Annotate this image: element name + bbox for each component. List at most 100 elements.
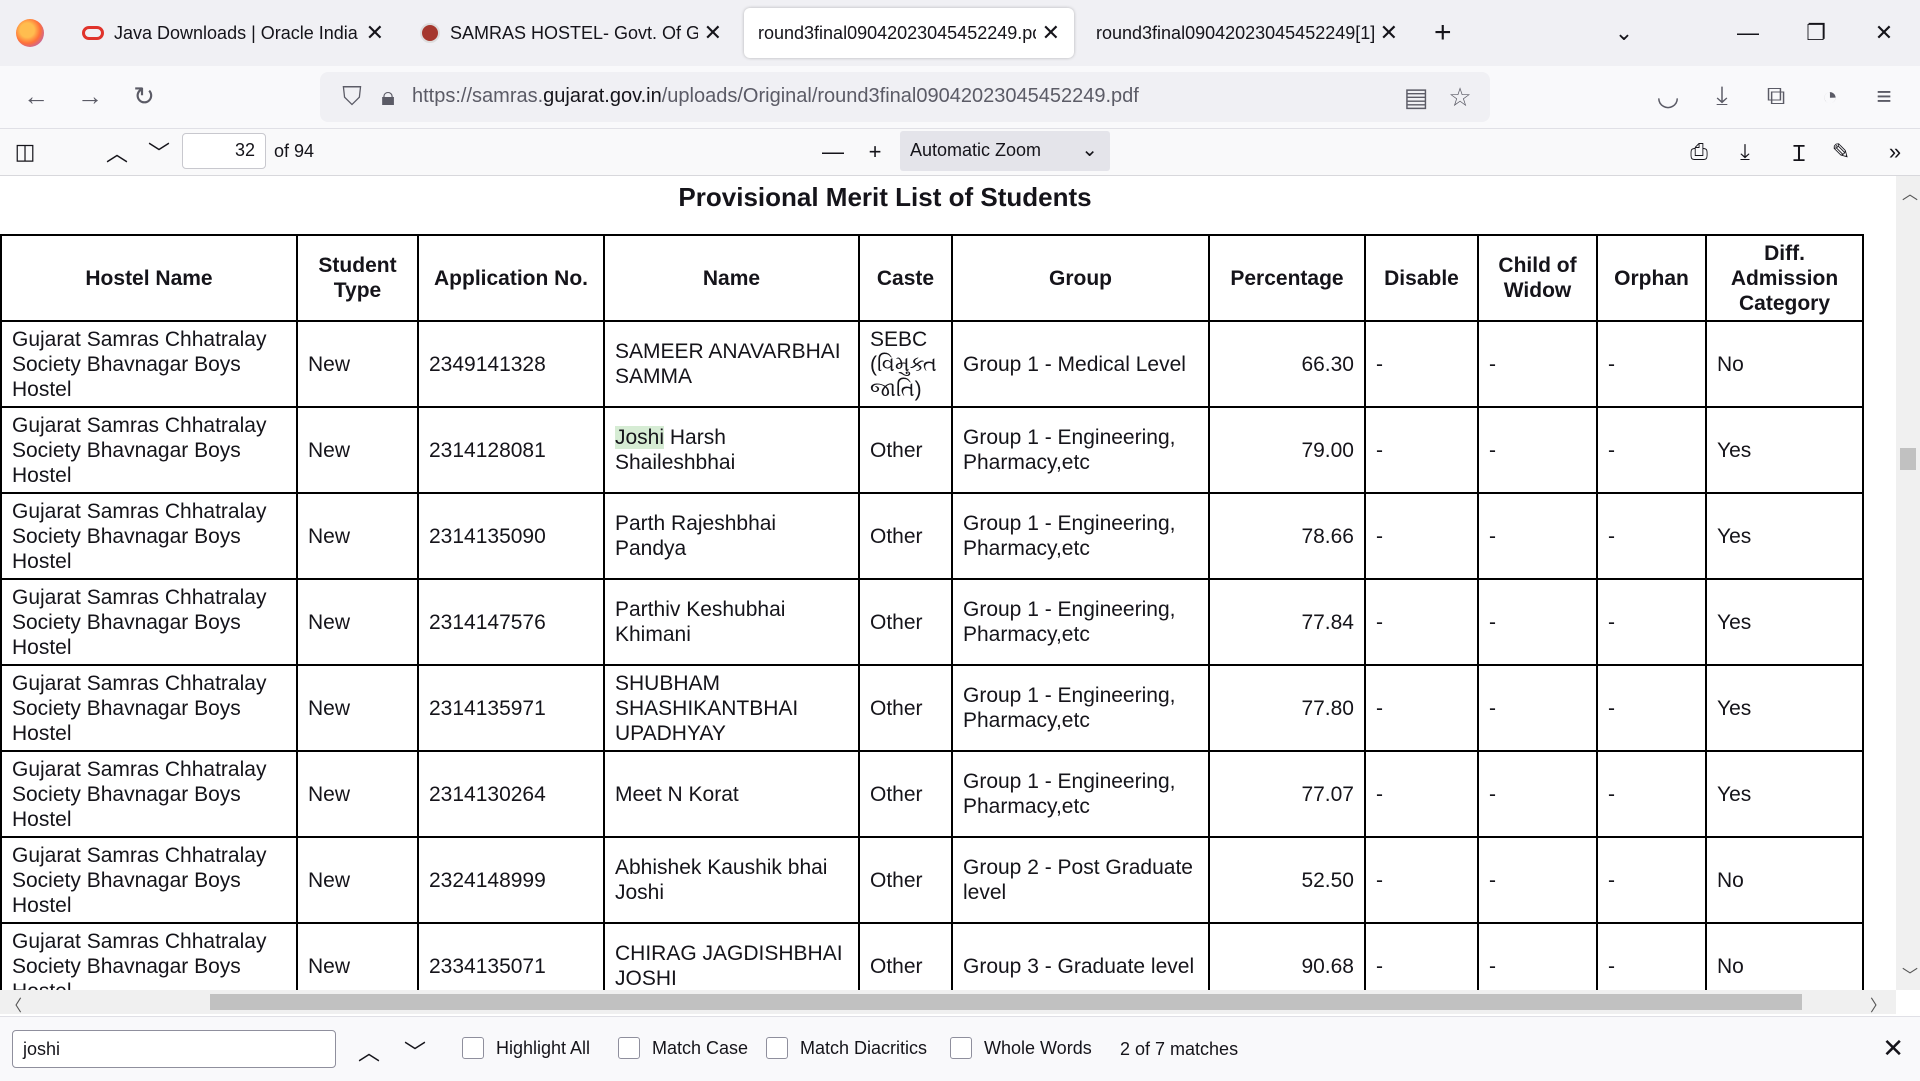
close-find-bar-icon[interactable]: ✕ (1882, 1033, 1904, 1064)
save-icon[interactable]: ⤓ (1728, 135, 1762, 169)
student-type-cell: New (296, 320, 419, 408)
match-count: 2 of 7 matches (1120, 1039, 1239, 1059)
application-no-cell: 2314135971 (417, 664, 605, 752)
tracking-protection-shield-icon[interactable]: ⛉ (332, 77, 372, 117)
percentage-cell: 77.80 (1208, 664, 1366, 752)
forward-icon[interactable]: → (70, 76, 110, 116)
oracle-favicon-icon (82, 26, 104, 40)
reload-icon[interactable]: ↻ (124, 76, 164, 116)
whole-words-label: Whole Words (984, 1037, 1092, 1058)
disable-cell: - (1364, 578, 1479, 666)
zoom-in-icon[interactable]: + (858, 135, 892, 169)
page-total: of 94 (274, 141, 315, 161)
downloads-icon[interactable]: ⤓ (1702, 76, 1742, 116)
vertical-scroll-thumb[interactable] (1900, 448, 1916, 470)
find-bar: joshi ︿ ﹀ Highlight All Match Case Match… (0, 1016, 1920, 1081)
student-type-cell: New (296, 836, 419, 924)
match-case-checkbox[interactable]: Match Case (618, 1037, 748, 1059)
zoom-out-icon[interactable]: — (816, 135, 850, 169)
child-of-widow-cell: - (1477, 922, 1598, 990)
horizontal-scroll-thumb[interactable] (210, 994, 1802, 1010)
horizontal-scrollbar[interactable]: 〈 〉 (0, 990, 1896, 1016)
tab-round3-pdf-copy[interactable]: round3final09042023045452249[1].pdf ✕ (1082, 8, 1412, 58)
minimize-icon[interactable]: — (1718, 0, 1778, 66)
orphan-cell: - (1596, 922, 1707, 990)
hostel-name-cell: Gujarat Samras Chhatralay Society Bhavna… (0, 320, 298, 408)
diff-admission-cell: No (1705, 320, 1864, 408)
match-case-label: Match Case (652, 1037, 749, 1058)
previous-page-icon[interactable]: ︿ (100, 135, 134, 169)
restore-icon[interactable]: ❐ (1786, 0, 1846, 66)
child-of-widow-cell: - (1477, 664, 1598, 752)
reader-view-icon[interactable]: ▤ (1396, 77, 1436, 117)
scroll-left-icon[interactable]: 〈 (6, 992, 22, 1016)
table-row: Gujarat Samras Chhatralay Society Bhavna… (0, 664, 1864, 752)
pdf-viewer[interactable]: Provisional Merit List of Students Hoste… (0, 176, 1896, 990)
child-of-widow-cell: - (1477, 320, 1598, 408)
close-tab-icon[interactable]: ✕ (366, 20, 384, 46)
find-input[interactable]: joshi (12, 1030, 336, 1068)
tab-java-downloads[interactable]: Java Downloads | Oracle India ✕ (68, 8, 398, 58)
table-row: Gujarat Samras Chhatralay Society Bhavna… (0, 836, 1864, 924)
pocket-icon[interactable]: ◡ (1648, 76, 1688, 116)
close-tab-icon[interactable]: ✕ (1380, 20, 1398, 46)
tab-samras-hostel[interactable]: SAMRAS HOSTEL- Govt. Of Gujarat ✕ (406, 8, 736, 58)
column-header: Application No. (417, 234, 605, 322)
back-icon[interactable]: ← (16, 76, 56, 116)
text-cursor-icon[interactable]: Ｉ (1782, 135, 1816, 169)
diff-admission-cell: Yes (1705, 578, 1864, 666)
group-cell: Group 3 - Graduate level (951, 922, 1210, 990)
application-no-cell: 2314135090 (417, 492, 605, 580)
new-tab-icon[interactable]: + (1434, 16, 1452, 50)
scroll-up-icon[interactable]: ︿ (1902, 180, 1918, 204)
close-window-icon[interactable]: ✕ (1854, 0, 1914, 66)
column-header: Orphan (1596, 234, 1707, 322)
vertical-scrollbar[interactable]: ︿ ﹀ (1896, 176, 1920, 990)
column-header: Name (603, 234, 860, 322)
firefox-menu-icon[interactable] (16, 19, 44, 47)
diff-admission-cell: No (1705, 922, 1864, 990)
hostel-name-cell: Gujarat Samras Chhatralay Society Bhavna… (0, 664, 298, 752)
url-text[interactable]: https://samras.gujarat.gov.in/uploads/Or… (412, 85, 1139, 108)
student-name-cell: CHIRAG JAGDISHBHAI JOSHI (603, 922, 860, 990)
find-next-icon[interactable]: ﹀ (404, 1035, 426, 1067)
tools-menu-icon[interactable]: » (1878, 135, 1912, 169)
account-icon[interactable]: ◔ (1810, 76, 1850, 116)
percentage-cell: 79.00 (1208, 406, 1366, 494)
bookmark-star-icon[interactable]: ☆ (1440, 77, 1480, 117)
print-icon[interactable]: ⎙ (1682, 135, 1716, 169)
url-bar[interactable]: ⛉ 🔒︎ https://samras.gujarat.gov.in/uploa… (320, 72, 1490, 122)
find-previous-icon[interactable]: ︿ (358, 1035, 380, 1067)
next-page-icon[interactable]: ﹀ (142, 135, 176, 169)
group-cell: Group 2 - Post Graduate level (951, 836, 1210, 924)
highlight-all-checkbox[interactable]: Highlight All (462, 1037, 590, 1059)
disable-cell: - (1364, 750, 1479, 838)
scroll-right-icon[interactable]: 〉 (1870, 992, 1886, 1016)
list-all-tabs-icon[interactable]: ⌄ (1594, 0, 1654, 66)
diff-admission-cell: Yes (1705, 406, 1864, 494)
whole-words-checkbox[interactable]: Whole Words (950, 1037, 1092, 1059)
toggle-sidebar-icon[interactable]: ◫ (8, 135, 42, 169)
match-diacritics-checkbox[interactable]: Match Diacritics (766, 1037, 927, 1059)
close-tab-icon[interactable]: ✕ (1042, 20, 1060, 46)
page-number-input[interactable]: 32 (182, 133, 266, 169)
caste-cell: Other (858, 922, 953, 990)
zoom-select[interactable]: Automatic Zoom ⌄ (900, 131, 1110, 171)
lock-icon[interactable]: 🔒︎ (368, 77, 408, 117)
caste-cell: Other (858, 578, 953, 666)
extensions-icon[interactable]: ⧉ (1756, 76, 1796, 116)
draw-icon[interactable]: ✎ (1824, 135, 1858, 169)
close-tab-icon[interactable]: ✕ (704, 20, 722, 46)
checkbox-box[interactable] (462, 1037, 484, 1059)
tab-strip: Java Downloads | Oracle India ✕ SAMRAS H… (0, 0, 1920, 66)
checkbox-box[interactable] (618, 1037, 640, 1059)
tab-round3-pdf[interactable]: round3final09042023045452249.pdf ✕ (744, 8, 1074, 58)
student-name-cell: Abhishek Kaushik bhai Joshi (603, 836, 860, 924)
scroll-down-icon[interactable]: ﹀ (1902, 962, 1918, 986)
orphan-cell: - (1596, 578, 1707, 666)
orphan-cell: - (1596, 836, 1707, 924)
checkbox-box[interactable] (766, 1037, 788, 1059)
checkbox-box[interactable] (950, 1037, 972, 1059)
hamburger-menu-icon[interactable]: ≡ (1864, 76, 1904, 116)
student-type-cell: New (296, 664, 419, 752)
